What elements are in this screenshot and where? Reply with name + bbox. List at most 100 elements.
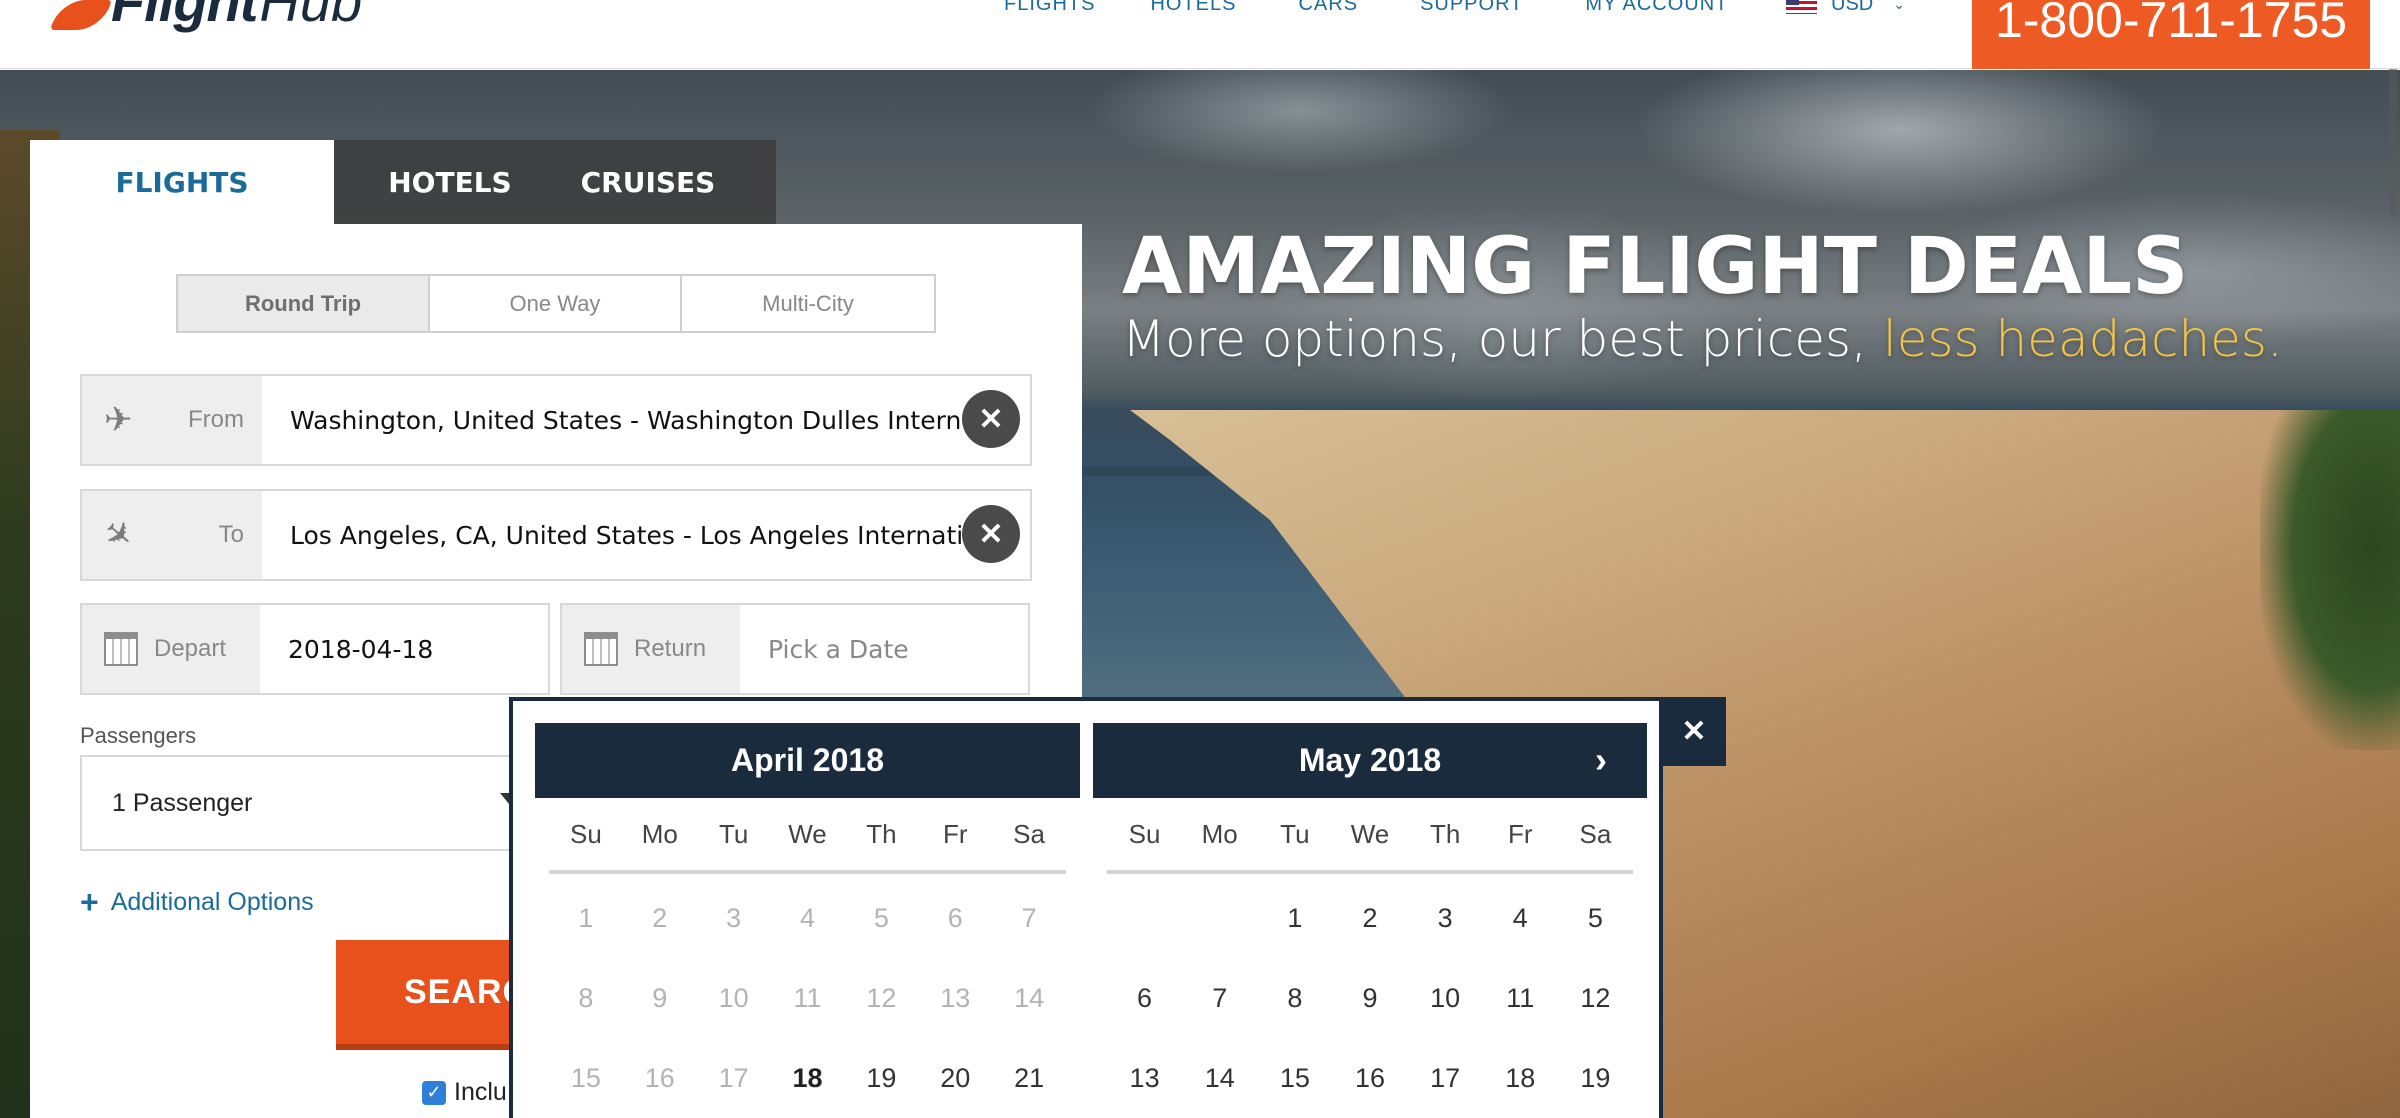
from-field[interactable]: ✈ From Washington, United States - Washi…: [80, 374, 1032, 466]
additional-options-label: Additional Options: [110, 888, 314, 916]
nav-cars[interactable]: CARS: [1298, 0, 1358, 14]
one-way-button[interactable]: One Way: [430, 276, 682, 331]
to-label: To: [218, 521, 244, 548]
calendar-day[interactable]: 7: [1182, 983, 1257, 1014]
include-option[interactable]: ✓ Inclu: [422, 1078, 507, 1107]
calendar-day[interactable]: 8: [1257, 983, 1332, 1014]
calendar-day[interactable]: 11: [1483, 983, 1558, 1014]
calendar-day: 17: [718, 1062, 749, 1093]
to-field[interactable]: ✈ To Los Angeles, CA, United States - Lo…: [80, 489, 1032, 581]
datepicker-close-button[interactable]: ✕: [1662, 697, 1726, 766]
depart-label-box: Depart: [82, 605, 260, 693]
plane-landing-icon: ✈: [95, 511, 142, 559]
calendar-day[interactable]: 20: [918, 1063, 992, 1094]
calendar-day[interactable]: 19: [1558, 1063, 1633, 1094]
include-label: Inclu: [454, 1078, 507, 1106]
calendar-day: 6: [947, 902, 963, 933]
trip-type-selector: Round Trip One Way Multi-City: [176, 274, 936, 333]
to-input[interactable]: Los Angeles, CA, United States - Los Ang…: [262, 491, 962, 579]
clear-to-button[interactable]: ✕: [962, 505, 1020, 563]
return-label-box: Return: [562, 605, 740, 693]
calendar-day: 8: [578, 982, 594, 1013]
weekday-label: Th: [1429, 818, 1461, 849]
weekday-label: Fr: [1508, 818, 1533, 849]
checkbox-checked[interactable]: ✓: [422, 1080, 446, 1105]
calendar-day[interactable]: 16: [1332, 1063, 1407, 1094]
calendar-day[interactable]: 21: [992, 1063, 1066, 1094]
calendar-day: 1: [578, 902, 594, 933]
calendar-day[interactable]: 1: [1257, 903, 1332, 934]
plane-takeoff-icon: ✈: [104, 401, 133, 439]
datepicker-popup: April 2018 Su Mo Tu We Th Fr Sa 12345678…: [509, 697, 1663, 1118]
additional-options-link[interactable]: + Additional Options: [80, 884, 314, 921]
multi-city-button[interactable]: Multi-City: [682, 276, 934, 331]
calendar-day[interactable]: 10: [1408, 983, 1483, 1014]
hero-subtitle-main: More options, our best prices,: [1122, 310, 1883, 368]
from-input[interactable]: Washington, United States - Washington D…: [262, 376, 962, 464]
week-row: 13 14 15 16 17 18 19: [1107, 1038, 1633, 1118]
nav-support[interactable]: SUPPORT: [1420, 0, 1523, 14]
depart-input[interactable]: 2018-04-18: [260, 605, 433, 693]
calendar-day: 3: [726, 902, 742, 933]
tab-hotels[interactable]: HOTELS: [334, 140, 550, 224]
phone-number-button[interactable]: 1-800-711-1755: [1972, 0, 2370, 69]
passengers-label: Passengers: [80, 723, 197, 748]
calendar-day[interactable]: 18: [1483, 1063, 1558, 1094]
day-grid: 1 2 3 4 5 6 7 8 9 10 11 12 13 14 15 16 17 18 19: [1093, 874, 1647, 1118]
chevron-down-icon: ⌄: [1893, 0, 1905, 12]
calendar-day: 10: [718, 982, 749, 1013]
nav-my-account[interactable]: MY ACCOUNT: [1585, 0, 1728, 14]
calendar-day[interactable]: 19: [844, 1063, 918, 1094]
depart-field[interactable]: Depart 2018-04-18: [80, 603, 550, 695]
tab-cruises[interactable]: CRUISES: [550, 140, 776, 224]
nav-flights[interactable]: FLIGHTS: [1004, 0, 1095, 14]
currency-label: USD: [1831, 0, 1874, 15]
calendar-day[interactable]: 4: [1483, 903, 1558, 934]
calendar-icon: [584, 632, 618, 666]
calendar-day[interactable]: 12: [1558, 983, 1633, 1014]
month-header: May 2018 ›: [1093, 723, 1647, 798]
calendar-day[interactable]: 6: [1107, 983, 1182, 1014]
week-row: 8 9 10 11 12 13 14: [549, 958, 1066, 1038]
chevron-right-icon[interactable]: ›: [1595, 739, 1607, 781]
weekday-label: Fr: [942, 818, 968, 849]
logo-text-sub: Hub: [259, 0, 363, 33]
week-row: 6 7 8 9 10 11 12: [1107, 958, 1633, 1038]
weekday-label: Su: [1128, 818, 1161, 849]
weekday-label: Th: [866, 818, 897, 849]
return-field[interactable]: Return Pick a Date: [560, 603, 1030, 695]
calendar-day[interactable]: 15: [1257, 1063, 1332, 1094]
calendar-day[interactable]: 2: [1332, 903, 1407, 934]
day-grid: 1 2 3 4 5 6 7 8 9 10 11 12 13 14 15 16 17 18 19 20 21: [535, 874, 1080, 1118]
round-trip-button[interactable]: Round Trip: [178, 276, 430, 331]
to-label-box: ✈ To: [82, 491, 262, 579]
page-scrollbar[interactable]: [2386, 0, 2400, 1118]
calendar-day[interactable]: 9: [1332, 983, 1407, 1014]
calendar-day[interactable]: 17: [1408, 1063, 1483, 1094]
return-input[interactable]: Pick a Date: [740, 605, 909, 693]
nav-hotels[interactable]: HOTELS: [1150, 0, 1236, 14]
calendar-day: 5: [873, 902, 889, 933]
calendar-day[interactable]: 18: [771, 1063, 845, 1094]
flighthub-logo[interactable]: Flight Hub: [50, 0, 363, 33]
calendar-day: 14: [1014, 982, 1045, 1013]
weekday-label: Su: [570, 818, 602, 849]
calendar-day[interactable]: 3: [1408, 903, 1483, 934]
close-icon: ✕: [1681, 715, 1707, 748]
from-label: From: [188, 406, 244, 433]
passengers-select[interactable]: 1 Passenger: [80, 755, 550, 851]
calendar-day[interactable]: 5: [1558, 903, 1633, 934]
calendar-day: 13: [940, 982, 971, 1013]
clear-from-button[interactable]: ✕: [962, 390, 1020, 448]
calendar-day: 7: [1021, 902, 1037, 933]
tab-flights[interactable]: FLIGHTS: [30, 140, 334, 224]
month-header: April 2018: [535, 723, 1080, 798]
calendar-day: 16: [644, 1062, 675, 1093]
currency-selector[interactable]: USD ⌄: [1786, 0, 1905, 16]
calendar-day[interactable]: 14: [1182, 1063, 1257, 1094]
site-header: Flight Hub FLIGHTS HOTELS CARS SUPPORT MY…: [0, 0, 2400, 69]
depart-label: Depart: [154, 635, 227, 662]
weekday-label: Tu: [718, 818, 749, 849]
calendar-day[interactable]: 13: [1107, 1063, 1182, 1094]
weekday-label: We: [1350, 818, 1390, 849]
